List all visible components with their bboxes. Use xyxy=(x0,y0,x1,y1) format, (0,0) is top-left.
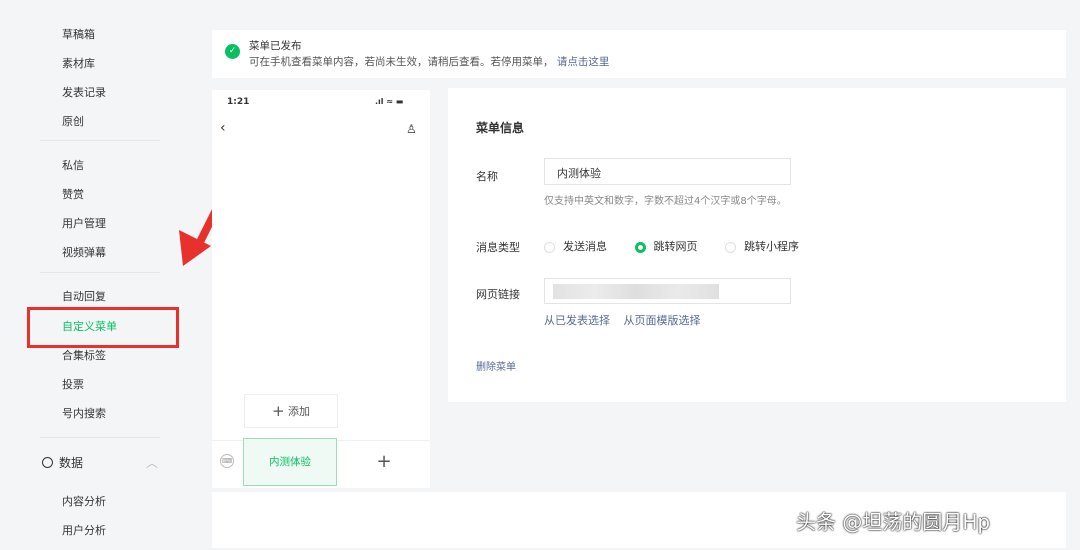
annotation-highlight-box xyxy=(27,307,179,348)
back-icon[interactable]: ‹ xyxy=(220,120,226,136)
radio-jump-webpage[interactable]: 跳转网页 xyxy=(634,240,698,253)
blurred-url xyxy=(553,284,719,299)
name-label: 名称 xyxy=(476,170,498,183)
sidebar-item-auto-reply[interactable]: 自动回复 xyxy=(62,288,106,304)
sidebar-item-users[interactable]: 用户管理 xyxy=(62,215,106,231)
message-type-radio-group: 发送消息 跳转网页 跳转小程序 xyxy=(544,238,799,254)
radio-jump-miniprogram[interactable]: 跳转小程序 xyxy=(725,240,799,253)
sidebar-item-reward[interactable]: 赞赏 xyxy=(62,186,84,202)
sidebar-item-original[interactable]: 原创 xyxy=(62,113,84,129)
panel-title: 菜单信息 xyxy=(476,121,525,135)
name-hint: 仅支持中英文和数字，字数不超过4个汉字或8个字母。 xyxy=(544,196,787,207)
check-circle-icon: ✓ xyxy=(225,44,240,59)
publish-notice: ✓ 菜单已发布 可在手机查看菜单内容，若尚未生效，请稍后查看。若停用菜单， 请点… xyxy=(212,30,1066,78)
url-label: 网页链接 xyxy=(476,288,520,301)
name-input[interactable]: 内测体验 xyxy=(544,158,791,185)
select-template-link[interactable]: 从页面模版选择 xyxy=(624,314,701,327)
radio-send-message[interactable]: 发送消息 xyxy=(544,240,607,253)
sidebar-item-content-analysis[interactable]: 内容分析 xyxy=(62,493,106,509)
menu-info-panel: 菜单信息 名称 内测体验 仅支持中英文和数字，字数不超过4个汉字或8个字母。 消… xyxy=(448,88,1066,402)
keyboard-icon[interactable]: ⌨ xyxy=(220,454,234,468)
add-submenu-button[interactable]: + 添加 xyxy=(244,394,338,428)
delete-menu-link[interactable]: 删除菜单 xyxy=(476,358,516,373)
sidebar-section-data[interactable]: 数据 ︿ xyxy=(42,454,162,471)
stop-menu-link[interactable]: 请点击这里 xyxy=(557,56,610,68)
sidebar-item-vote[interactable]: 投票 xyxy=(62,376,84,392)
sidebar-item-messages[interactable]: 私信 xyxy=(62,157,84,173)
sidebar-item-search[interactable]: 号内搜索 xyxy=(62,405,106,421)
sidebar-item-drafts[interactable]: 草稿箱 xyxy=(62,26,95,42)
sidebar-item-user-analysis[interactable]: 用户分析 xyxy=(62,522,106,538)
url-input[interactable] xyxy=(544,278,791,304)
sidebar-item-collections[interactable]: 合集标签 xyxy=(62,347,106,363)
divider xyxy=(40,437,160,438)
status-signal-icon: .ıl ≈ ▬ xyxy=(375,97,404,106)
chevron-up-icon: ︿ xyxy=(146,456,159,470)
divider xyxy=(40,140,160,141)
chart-pie-icon xyxy=(42,457,53,468)
sidebar-item-publish-history[interactable]: 发表记录 xyxy=(62,84,106,100)
type-label: 消息类型 xyxy=(476,241,520,254)
notice-title: 菜单已发布 xyxy=(249,40,302,52)
add-menu-button[interactable]: + xyxy=(338,440,430,486)
sidebar-item-danmaku[interactable]: 视频弹幕 xyxy=(62,244,106,260)
watermark: 头条 @坦荡的圆月Hp xyxy=(796,510,991,534)
phone-preview: 1:21 .ıl ≈ ▬ ‹ ♙ + 添加 ⌨ 内测体验 + xyxy=(212,90,430,488)
select-published-link[interactable]: 从已发表选择 xyxy=(544,314,610,327)
notice-text: 可在手机查看菜单内容，若尚未生效，请稍后查看。若停用菜单， xyxy=(249,56,554,68)
sidebar-item-materials[interactable]: 素材库 xyxy=(62,55,95,71)
menu-item-selected[interactable]: 内测体验 xyxy=(243,438,337,486)
status-time: 1:21 xyxy=(227,97,250,107)
divider xyxy=(40,272,160,273)
user-icon[interactable]: ♙ xyxy=(406,122,417,136)
